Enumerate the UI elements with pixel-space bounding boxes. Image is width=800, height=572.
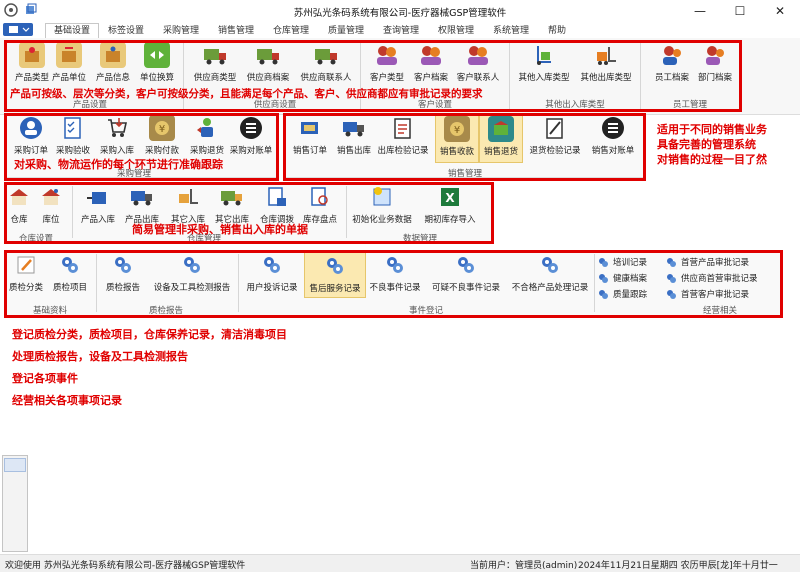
- status-date: 2024年11月21日星期四 农历甲辰[龙]年十月廿一: [578, 561, 778, 571]
- tab-help[interactable]: 帮助: [540, 24, 574, 38]
- tab-purchase[interactable]: 采购管理: [158, 24, 204, 38]
- annotation-quality-1: 登记质检分类，质检项目，仓库保养记录，清洁消毒项目: [12, 328, 287, 341]
- tab-permission[interactable]: 权限管理: [433, 24, 479, 38]
- menu-bar: 基础设置 标签设置 采购管理 销售管理 仓库管理 质量管理 查询管理 权限管理 …: [0, 22, 800, 38]
- title-bar: 苏州弘光条码系统有限公司-医疗器械GSP管理软件 — ☐ ✕: [0, 0, 800, 23]
- annotation-sales-1: 适用于不同的销售业务: [657, 123, 767, 136]
- annotation-box-sales: [283, 113, 646, 181]
- menu-icon: [9, 26, 30, 33]
- annotation-quality-4: 经营相关各项事项记录: [12, 394, 122, 407]
- status-welcome: 欢迎使用 苏州弘光条码系统有限公司-医疗器械GSP管理软件: [5, 561, 246, 571]
- tab-warehouse[interactable]: 仓库管理: [268, 24, 314, 38]
- annotation-sales-2: 具备完善的管理系统: [657, 138, 756, 151]
- annotation-box-warehouse: [4, 182, 494, 244]
- scroll-thumb[interactable]: [4, 458, 26, 472]
- annotation-box-quality: [4, 250, 783, 318]
- maximize-button[interactable]: ☐: [720, 0, 760, 22]
- tab-sales[interactable]: 销售管理: [213, 24, 259, 38]
- status-user: 当前用户：管理员(admin): [470, 561, 578, 571]
- tab-system[interactable]: 系统管理: [488, 24, 534, 38]
- annotation-quality-3: 登记各项事件: [12, 372, 78, 385]
- tab-label-settings[interactable]: 标签设置: [103, 24, 149, 38]
- close-button[interactable]: ✕: [760, 0, 800, 22]
- annotation-sales-3: 对销售的过程一目了然: [657, 153, 767, 166]
- minimize-button[interactable]: —: [680, 0, 720, 22]
- file-menu-button[interactable]: [3, 23, 33, 36]
- annotation-quality-2: 处理质检报告，设备及工具检测报告: [12, 350, 188, 363]
- status-bar: 欢迎使用 苏州弘光条码系统有限公司-医疗器械GSP管理软件 当前用户：管理员(a…: [0, 554, 800, 572]
- tab-basic-settings[interactable]: 基础设置: [45, 23, 99, 38]
- annotation-box-purchase: [4, 113, 279, 181]
- annotation-box-ribbon: [4, 40, 742, 112]
- side-scrollbar[interactable]: [2, 455, 28, 552]
- tab-query[interactable]: 查询管理: [378, 24, 424, 38]
- tab-quality[interactable]: 质量管理: [323, 24, 369, 38]
